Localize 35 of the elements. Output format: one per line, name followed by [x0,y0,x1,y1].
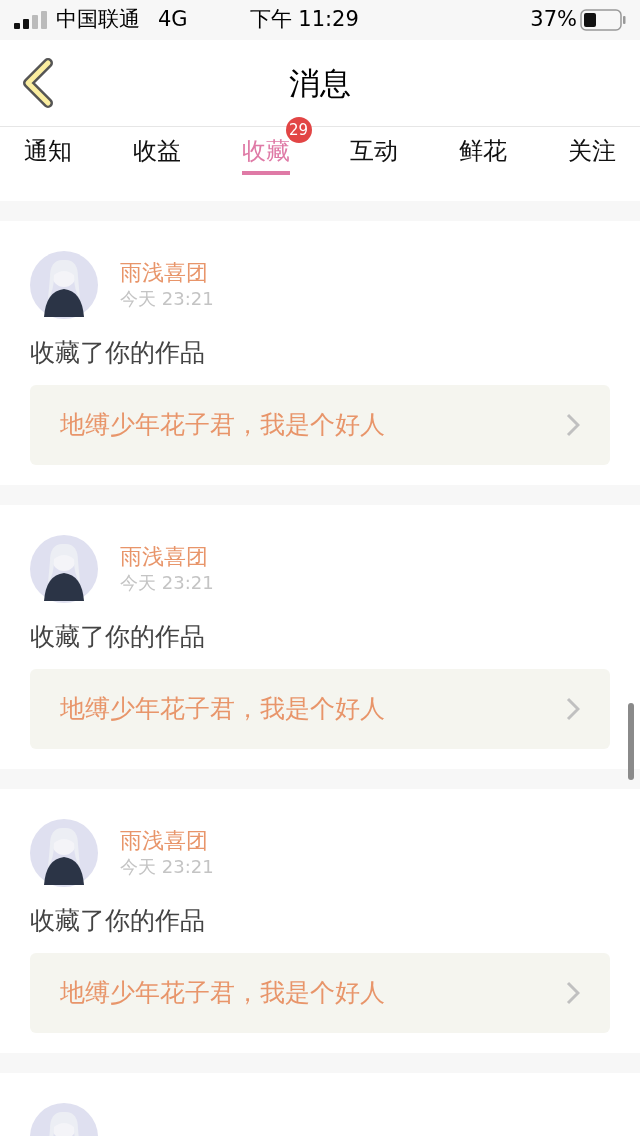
message-time: 今天 23:21 [120,287,214,311]
work-link[interactable]: 地缚少年花子君，我是个好人 [30,953,610,1033]
battery-percent: 37% [530,6,577,34]
work-title: 地缚少年花子君，我是个好人 [60,693,385,726]
user-name[interactable]: 雨浅喜团 [120,259,214,287]
tab[interactable]: 关注 [568,135,616,175]
work-title: 地缚少年花子君，我是个好人 [60,409,385,442]
signal-icon [14,11,48,29]
work-link[interactable]: 地缚少年花子君，我是个好人 [30,669,610,749]
carrier-name: 中国联通 [56,6,140,34]
tab[interactable]: 通知 [24,135,72,175]
status-time: 下午 11:29 [249,6,359,34]
count-badge: 29 [285,117,312,143]
message-time: 今天 23:21 [120,855,214,879]
work-link[interactable]: 地缚少年花子君，我是个好人 [30,385,610,465]
network-type: 4G [158,6,188,34]
message-text: 收藏了你的作品 [30,337,206,369]
work-title: 地缚少年花子君，我是个好人 [60,977,385,1010]
chevron-right-icon [566,697,580,721]
user-name[interactable]: 雨浅喜团 [120,827,214,855]
page-title: 消息 [289,63,351,103]
back-icon[interactable] [20,58,54,108]
tab[interactable]: 收益 [132,135,181,175]
message-text: 收藏了你的作品 [30,621,206,653]
chevron-right-icon [566,413,580,437]
battery-icon [580,9,626,31]
avatar-icon[interactable] [30,535,98,603]
chevron-right-icon [566,981,580,1005]
tab[interactable]: 互动 [350,135,399,175]
avatar-icon[interactable] [30,819,98,887]
tab[interactable]: 鲜花 [459,135,508,175]
message-text: 收藏了你的作品 [30,905,206,937]
avatar-icon[interactable] [30,251,98,319]
message-time: 今天 23:21 [120,571,214,595]
user-name[interactable]: 雨浅喜团 [120,543,214,571]
